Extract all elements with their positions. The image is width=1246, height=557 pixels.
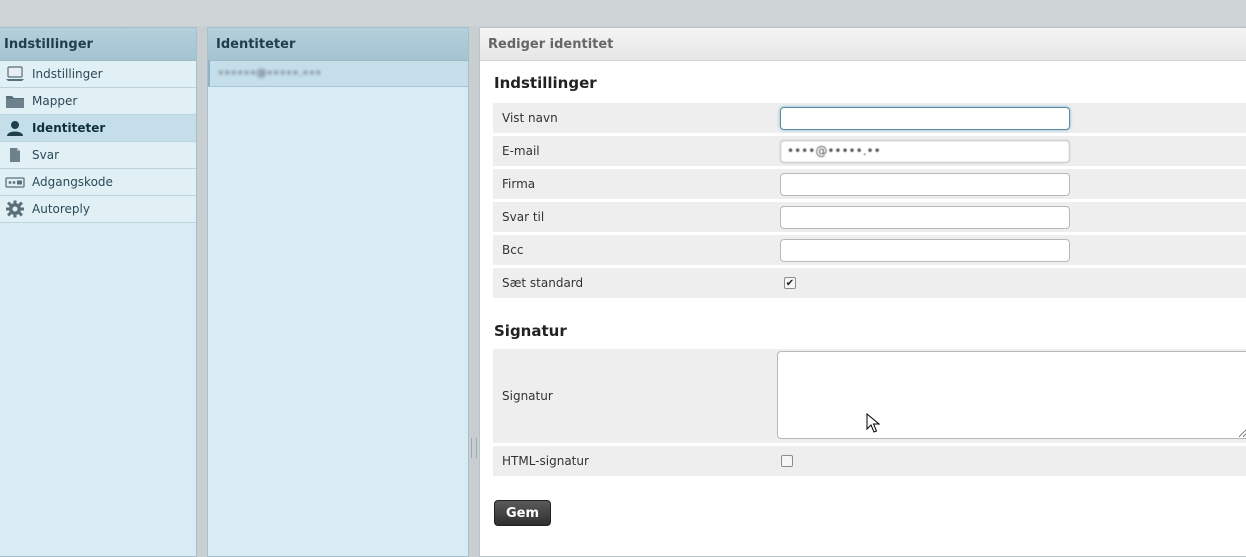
form-row-display-name: Vist navn — [493, 103, 1246, 133]
nav-item-password[interactable]: Adgangskode — [0, 169, 196, 196]
set-default-checkbox[interactable]: ✔ — [784, 277, 796, 289]
document-icon — [4, 146, 26, 164]
reply-to-label: Svar til — [502, 210, 545, 224]
html-signature-label: HTML-signatur — [502, 454, 589, 468]
gear-icon — [4, 200, 26, 218]
identities-panel: Identiteter ••••••@•••••.••• — [207, 27, 469, 557]
edit-identity-panel: Rediger identitet Indstillinger Vist nav… — [479, 27, 1246, 557]
nav-item-responses[interactable]: Svar — [0, 142, 196, 169]
company-label: Firma — [502, 177, 536, 191]
user-icon — [4, 119, 26, 137]
form-row-bcc: Bcc — [493, 235, 1246, 265]
nav-item-label: Identiteter — [32, 121, 106, 135]
save-button[interactable]: Gem — [494, 500, 551, 526]
signature-section-title: Signatur — [494, 322, 567, 340]
checkmark-icon: ✔ — [785, 277, 795, 289]
bcc-input[interactable] — [780, 238, 1070, 262]
html-signature-checkbox[interactable] — [781, 455, 793, 467]
display-name-label: Vist navn — [502, 111, 558, 125]
form-row-company: Firma — [493, 169, 1246, 199]
identities-list: ••••••@•••••.••• — [208, 61, 468, 87]
bcc-label: Bcc — [502, 243, 524, 257]
nav-item-folders[interactable]: Mapper — [0, 88, 196, 115]
identity-list-item[interactable]: ••••••@•••••.••• — [208, 61, 468, 87]
nav-item-identities[interactable]: Identiteter — [0, 115, 196, 142]
nav-item-label: Autoreply — [32, 202, 90, 216]
settings-nav-list: Indstillinger Mapper Identiteter Svar Ad… — [0, 61, 196, 223]
nav-item-autoreply[interactable]: Autoreply — [0, 196, 196, 223]
panel-resize-handle[interactable] — [471, 438, 477, 458]
identities-panel-title: Identiteter — [208, 28, 468, 61]
email-label: E-mail — [502, 144, 540, 158]
reply-to-input[interactable] — [780, 205, 1070, 229]
folder-icon — [4, 92, 26, 110]
company-input[interactable] — [780, 172, 1070, 196]
settings-form: Vist navn E-mail Firma Svar til Bcc Sæt … — [493, 100, 1246, 301]
nav-item-label: Mapper — [32, 94, 78, 108]
form-row-set-default: Sæt standard ✔ — [493, 268, 1246, 298]
display-name-input[interactable] — [780, 106, 1070, 130]
form-row-html-signature: HTML-signatur — [493, 446, 1246, 476]
nav-item-settings[interactable]: Indstillinger — [0, 61, 196, 88]
nav-item-label: Adgangskode — [32, 175, 113, 189]
nav-item-label: Indstillinger — [32, 67, 103, 81]
set-default-label: Sæt standard — [502, 276, 584, 290]
settings-nav-panel: Indstillinger Indstillinger Mapper Ident… — [0, 27, 197, 557]
edit-panel-title: Rediger identitet — [480, 28, 1246, 61]
email-input[interactable] — [780, 139, 1070, 163]
signature-label: Signatur — [502, 389, 553, 403]
signature-textarea[interactable] — [777, 350, 1246, 439]
form-row-reply-to: Svar til — [493, 202, 1246, 232]
settings-section-title: Indstillinger — [494, 74, 597, 92]
top-bar — [0, 0, 1246, 26]
settings-panel-title: Indstillinger — [0, 28, 196, 61]
mouse-cursor-icon — [866, 412, 881, 436]
laptop-icon — [4, 65, 26, 83]
form-row-email: E-mail — [493, 136, 1246, 166]
nav-item-label: Svar — [32, 148, 60, 162]
identity-email-text: ••••••@•••••.••• — [218, 68, 322, 79]
password-icon — [4, 173, 26, 191]
